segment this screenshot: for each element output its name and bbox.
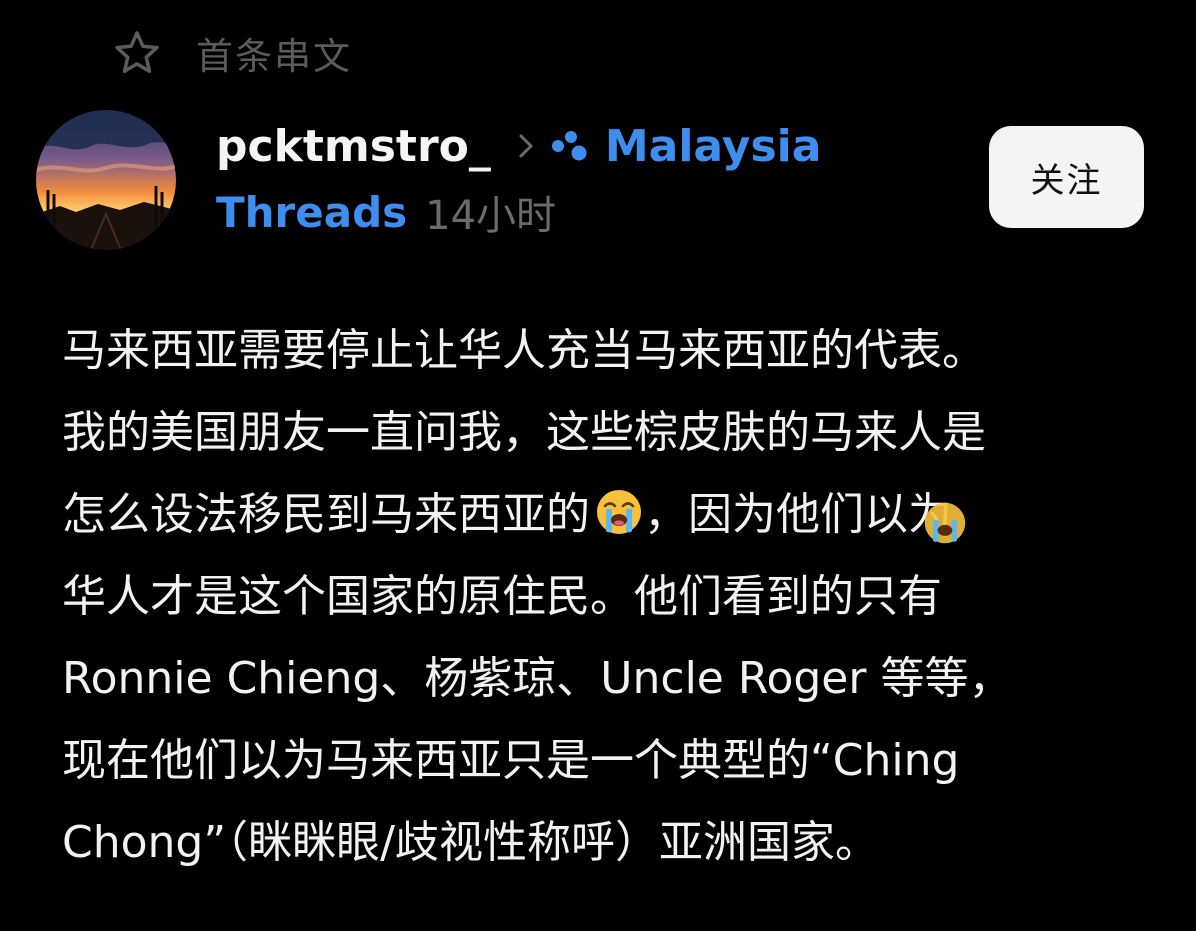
community-link[interactable]: Malaysia [605, 121, 822, 172]
pinned-label: 首条串文 [196, 35, 352, 78]
post-line: 现在他们以为马来西亚只是一个典型的“Ching [62, 735, 960, 786]
post-line: Ronnie Chieng、杨紫琼、Uncle Roger 等等， [62, 653, 1013, 704]
chevron-right-icon [519, 134, 533, 158]
community-dots-icon [551, 131, 587, 161]
pinned-header: 首条串文 [112, 28, 352, 78]
post-line: Chong”（眯眯眼/歧视性称呼）亚洲国家。 [62, 817, 879, 868]
author-header: pcktmstro_ Malaysia [216, 116, 821, 176]
source-label[interactable]: Threads [216, 188, 407, 237]
post-body: 马来西亚需要停止让华人充当马来西亚的代表。 我的美国朋友一直问我，这些棕皮肤的马… [62, 310, 1172, 884]
follow-button[interactable]: 关注 [989, 126, 1144, 228]
username-link[interactable]: pcktmstro_ [216, 121, 491, 172]
loudly-crying-face-emoji [924, 502, 966, 544]
post-line: 怎么设法移民到马来西亚的 ，因为他们以为 [62, 474, 1172, 556]
loudly-crying-face-emoji [597, 490, 641, 534]
post-line-segment: ，因为他们以为 [644, 489, 952, 540]
post-line: 华人才是这个国家的原住民。他们看到的只有 [62, 571, 942, 622]
post-meta: Threads 14小时 [216, 184, 556, 240]
post-time: 14小时 [425, 193, 557, 239]
star-icon[interactable] [112, 28, 162, 78]
post-line-segment: 怎么设法移民到马来西亚的 [62, 489, 590, 540]
avatar[interactable] [36, 110, 176, 250]
post-line: 我的美国朋友一直问我，这些棕皮肤的马来人是 [62, 407, 986, 458]
post-line: 马来西亚需要停止让华人充当马来西亚的代表。 [62, 325, 986, 376]
